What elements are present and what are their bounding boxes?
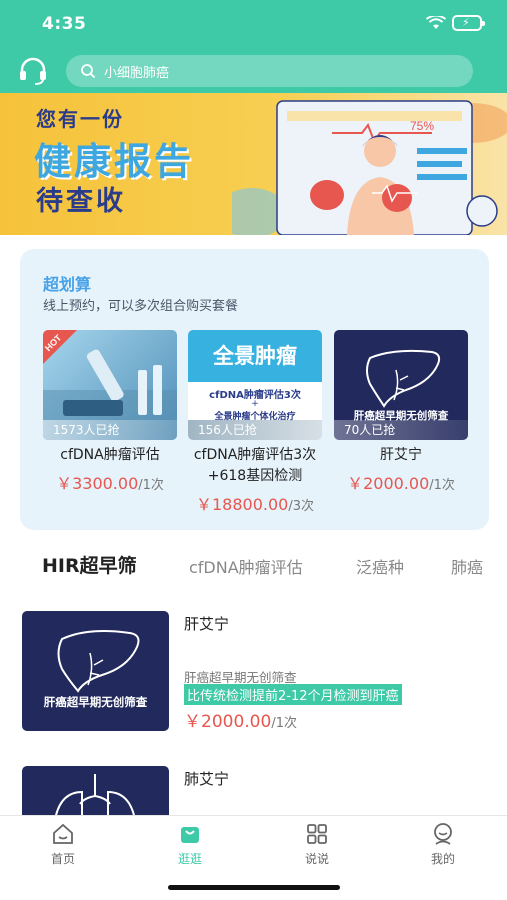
- health-report-banner[interactable]: 您有一份 健康报告 待查收 75%: [0, 93, 507, 235]
- promo-card-price: ￥2000.00/1次: [347, 474, 455, 493]
- liver-icon: [57, 630, 140, 693]
- tabbar-home[interactable]: 首页: [33, 822, 93, 867]
- tabbar-label: 我的: [430, 852, 455, 866]
- customer-service-icon[interactable]: [17, 56, 49, 86]
- sold-count: 70人已抢: [334, 420, 468, 440]
- svg-text:75%: 75%: [410, 119, 434, 133]
- status-bar: 4:35 ⚡: [0, 0, 507, 46]
- product-thumbnail-caption: 肝癌超早期无创筛查: [43, 695, 148, 709]
- product-price: ￥2000.00/1次: [184, 712, 297, 732]
- promo-section: 超划算 线上预约，可以多次组合购买套餐 HOT 1573人已抢 cfDNA肿瘤评…: [20, 249, 489, 530]
- banner-line-2: 健康报告: [34, 140, 194, 183]
- grid-icon: [307, 824, 327, 844]
- product-item[interactable]: 肝癌超早期无创筛查 肝艾宁 肝癌超早期无创筛查 比传统检测提前2-12个月检测到…: [22, 611, 485, 733]
- product-thumbnail: 肝癌超早期无创筛查: [22, 611, 169, 731]
- promo-title: 超划算: [43, 275, 92, 294]
- banner-line-3: 待查收: [36, 186, 126, 217]
- home-icon: [53, 823, 73, 844]
- tab-pan-cancer[interactable]: 泛癌种: [356, 554, 404, 578]
- search-bar[interactable]: 小细胞肺癌: [66, 55, 473, 87]
- product-thumbnail: [22, 766, 169, 816]
- tabbar-browse[interactable]: 逛逛: [160, 822, 220, 867]
- shopping-bag-icon: [181, 827, 199, 843]
- app-screen: 4:35 ⚡ 小细胞肺癌 您有一份 健康报告 待查收 75% 超划算 线上预约，…: [0, 0, 507, 900]
- header: 4:35 ⚡ 小细胞肺癌: [0, 0, 507, 93]
- product-item[interactable]: 肺艾宁: [22, 766, 485, 816]
- promo-card-image: 全景肿瘤 cfDNA肿瘤评估3次 + 全景肿瘤个体化治疗 156人已抢: [188, 330, 322, 440]
- tabbar-label: 逛逛: [177, 852, 202, 866]
- promo-card-name: cfDNA肿瘤评估3次+618基因检测: [193, 447, 317, 484]
- tab-lung-cancer[interactable]: 肺癌: [451, 554, 483, 578]
- tabbar-profile[interactable]: 我的: [413, 822, 473, 867]
- sold-count: 1573人已抢: [43, 420, 177, 440]
- tab-cfdna-assessment[interactable]: cfDNA肿瘤评估: [189, 554, 303, 578]
- tab-hir-early-screening[interactable]: HIR超早筛: [42, 551, 137, 578]
- tabbar-label: 说说: [304, 852, 329, 866]
- health-report-illustration: 75%: [232, 100, 507, 235]
- search-placeholder: 小细胞肺癌: [104, 66, 170, 81]
- tabbar-talk[interactable]: 说说: [287, 822, 347, 867]
- profile-icon: [434, 823, 452, 845]
- promo-card-price: ￥18800.00/3次: [195, 495, 314, 514]
- search-icon: [81, 64, 96, 79]
- banner-line-1: 您有一份: [36, 107, 124, 131]
- product-name: 肺艾宁: [184, 770, 230, 788]
- tabbar-label: 首页: [50, 852, 75, 866]
- category-tabs: HIR超早筛 cfDNA肿瘤评估 泛癌种 肺癌: [0, 548, 507, 584]
- promo-card-image: HOT 1573人已抢: [43, 330, 177, 440]
- product-highlight: 比传统检测提前2-12个月检测到肝癌: [184, 684, 402, 705]
- promo-subtitle: 线上预约，可以多次组合购买套餐: [43, 299, 239, 314]
- sold-count: 156人已抢: [188, 420, 322, 440]
- status-time: 4:35: [42, 14, 87, 34]
- promo-image-title: 全景肿瘤: [188, 330, 322, 382]
- promo-card-price: ￥3300.00/1次: [56, 474, 164, 493]
- lungs-icon: [54, 774, 136, 816]
- wifi-icon: [426, 16, 446, 29]
- promo-card-name: cfDNA肿瘤评估: [60, 447, 160, 463]
- battery-icon: ⚡: [452, 15, 485, 31]
- home-indicator: [168, 885, 340, 890]
- product-name: 肝艾宁: [184, 615, 230, 633]
- promo-card-image: 肝癌超早期无创筛查 70人已抢: [334, 330, 468, 440]
- promo-image-line: +: [251, 399, 259, 409]
- promo-card-name: 肝艾宁: [380, 447, 422, 463]
